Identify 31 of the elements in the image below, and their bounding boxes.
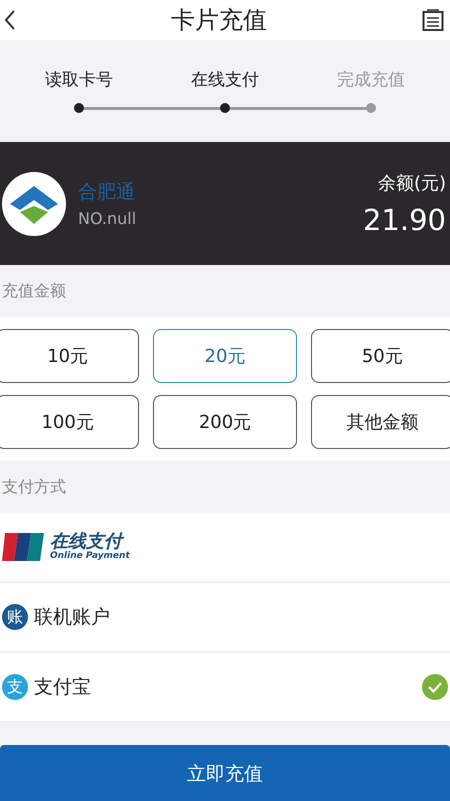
alipay-icon: 支 [2,674,28,700]
step-label: 完成充值 [337,69,405,91]
card-logo [2,172,66,236]
amount-option[interactable]: 其他金额 [310,395,450,449]
amount-option[interactable]: 100元 [0,395,140,449]
document-icon[interactable] [422,8,444,32]
back-icon[interactable] [4,9,16,31]
submit-button[interactable]: 立即充值 [0,745,450,801]
bank-card-icon [2,532,44,561]
section-title: 充值金额 [2,280,66,302]
section-title: 支付方式 [2,476,66,498]
account-icon: 账 [2,604,28,630]
amount-option[interactable]: 200元 [153,395,297,449]
payment-label: 在线支付 [50,532,130,552]
amount-option[interactable]: 50元 [310,329,450,383]
balance-label: 余额(元) [378,172,446,194]
amount-option[interactable]: 20元 [153,329,297,383]
card-number: NO.null [78,209,136,228]
payment-label: 联机账户 [34,605,110,630]
amount-option[interactable]: 10元 [0,329,140,383]
payment-sublabel: Online Payment [50,552,130,562]
balance-value: 21.90 [362,202,446,236]
payment-option[interactable]: 账 联机账户 [0,583,450,653]
card-name: 合肥通 [78,180,136,205]
step-label: 读取卡号 [45,69,113,91]
check-icon [422,674,448,700]
payment-option[interactable]: 支 支付宝 [0,653,450,723]
step-label: 在线支付 [191,69,259,91]
payment-option[interactable]: 在线支付 Online Payment [0,513,450,583]
page-title: 卡片充值 [171,5,267,36]
payment-label: 支付宝 [34,675,91,700]
